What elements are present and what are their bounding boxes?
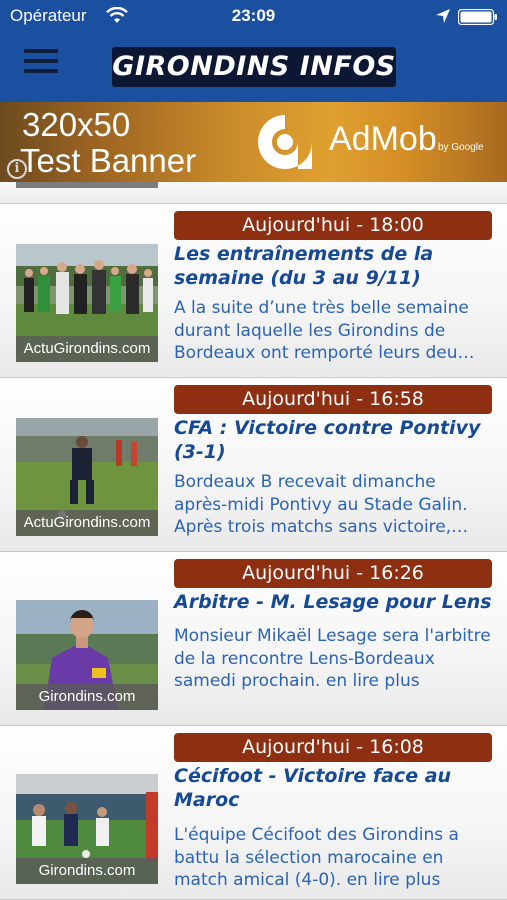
clock-label: 23:09 bbox=[231, 6, 276, 25]
article-row[interactable]: Aujourd'hui - 18:00 Les entraînements de… bbox=[0, 204, 507, 378]
ad-test-label: Test Banner bbox=[20, 142, 197, 179]
app-logo: GIRONDINS INFOS bbox=[112, 47, 396, 87]
article-row[interactable]: Aujourd'hui - 16:08 Cécifoot - Victoire … bbox=[0, 726, 507, 900]
article-thumbnail bbox=[16, 182, 158, 188]
article-summary: Bordeaux B recevait dimanche après-midi … bbox=[174, 472, 469, 537]
top-bar: Opérateur 23:09 GIRONDINS INFOS bbox=[0, 0, 507, 102]
list-item-partial[interactable] bbox=[0, 182, 507, 204]
article-source: Girondins.com bbox=[16, 858, 158, 884]
ad-info-icon[interactable]: i bbox=[7, 159, 27, 179]
article-thumbnail: Girondins.com bbox=[16, 774, 158, 884]
article-thumbnail: ActuGirondins.com bbox=[16, 418, 158, 536]
hamburger-menu-icon[interactable] bbox=[24, 49, 58, 79]
admob-logo-icon bbox=[258, 115, 312, 169]
article-title[interactable]: CFA : Victoire contre Pontivy (3-1) bbox=[174, 416, 494, 464]
article-date-badge: Aujourd'hui - 16:58 bbox=[174, 385, 492, 414]
article-thumbnail: Girondins.com bbox=[16, 600, 158, 710]
battery-icon bbox=[458, 9, 497, 25]
article-date-badge: Aujourd'hui - 18:00 bbox=[174, 211, 492, 240]
ad-by-google: by Google bbox=[438, 142, 484, 153]
admob-brand: AdMob bbox=[329, 120, 437, 158]
article-source: ActuGirondins.com bbox=[16, 510, 158, 536]
article-date-badge: Aujourd'hui - 16:26 bbox=[174, 559, 492, 588]
location-arrow-icon bbox=[436, 9, 450, 23]
article-thumbnail: ActuGirondins.com bbox=[16, 244, 158, 362]
article-summary: L'équipe Cécifoot des Girondins a battu … bbox=[174, 825, 459, 890]
article-summary: A la suite d’une très belle semaine dura… bbox=[174, 298, 475, 363]
ad-banner[interactable]: 320x50 Test Banner AdMob by Google i bbox=[0, 102, 507, 182]
status-bar: Opérateur 23:09 bbox=[0, 0, 507, 34]
article-row[interactable]: Aujourd'hui - 16:26 Arbitre - M. Lesage … bbox=[0, 552, 507, 726]
article-row[interactable]: Aujourd'hui - 16:58 CFA : Victoire contr… bbox=[0, 378, 507, 552]
article-summary: Monsieur Mikaël Lesage sera l'arbitre de… bbox=[174, 626, 491, 691]
article-source: Girondins.com bbox=[16, 684, 158, 710]
ad-size-label: 320x50 bbox=[22, 106, 131, 143]
article-title[interactable]: Les entraînements de la semaine (du 3 au… bbox=[174, 242, 494, 290]
article-date-badge: Aujourd'hui - 16:08 bbox=[174, 733, 492, 762]
article-title[interactable]: Arbitre - M. Lesage pour Lens bbox=[174, 590, 494, 614]
article-title[interactable]: Cécifoot - Victoire face au Maroc bbox=[174, 764, 494, 812]
article-source: ActuGirondins.com bbox=[16, 336, 158, 362]
